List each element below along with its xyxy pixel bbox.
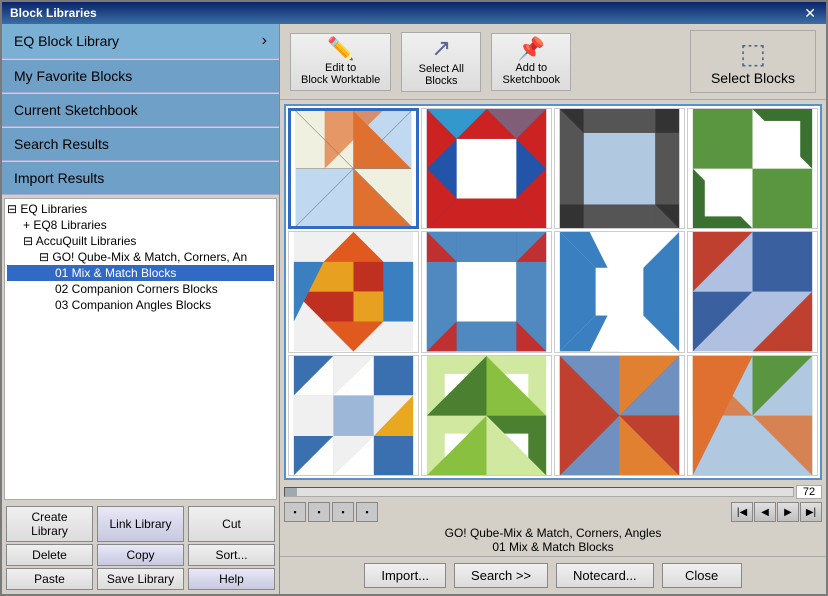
right-panel: ✏️ Edit toBlock Worktable ↗ Select AllBl… bbox=[280, 24, 826, 594]
block-cell-9[interactable] bbox=[288, 355, 419, 476]
sidebar-item-label: Search Results bbox=[14, 136, 109, 152]
pencil-icon: ✏️ bbox=[327, 38, 354, 60]
page-prev-button[interactable]: ◀ bbox=[754, 502, 776, 522]
window-title: Block Libraries bbox=[10, 6, 97, 20]
block-cell-5[interactable] bbox=[288, 231, 419, 352]
sidebar-item-label: My Favorite Blocks bbox=[14, 68, 132, 84]
select-blocks-label: Select Blocks bbox=[711, 70, 795, 86]
block-grid[interactable] bbox=[284, 104, 822, 480]
chevron-right-icon: › bbox=[262, 32, 267, 50]
copy-button[interactable]: Copy bbox=[97, 544, 184, 566]
sidebar-item-current-sketchbook[interactable]: Current Sketchbook bbox=[2, 94, 279, 127]
import-button[interactable]: Import... bbox=[364, 563, 446, 588]
block-cell-11[interactable] bbox=[554, 355, 685, 476]
help-button[interactable]: Help bbox=[188, 568, 275, 590]
save-library-button[interactable]: Save Library bbox=[97, 568, 184, 590]
page-next-button[interactable]: ▶ bbox=[777, 502, 799, 522]
page-number: 72 bbox=[796, 485, 822, 499]
tree-item-go-qube[interactable]: ⊟ GO! Qube-Mix & Match, Corners, An bbox=[7, 249, 274, 265]
library-tree[interactable]: ⊟ EQ Libraries + EQ8 Libraries ⊟ AccuQui… bbox=[4, 198, 277, 500]
sidebar-item-label: Current Sketchbook bbox=[14, 102, 138, 118]
edit-to-block-worktable-button[interactable]: ✏️ Edit toBlock Worktable bbox=[290, 33, 391, 91]
sidebar-item-label: EQ Block Library bbox=[14, 33, 119, 49]
view-btn-2[interactable]: ▪ bbox=[308, 502, 330, 522]
block-info-line1: GO! Qube-Mix & Match, Corners, Angles bbox=[282, 526, 824, 540]
page-first-button[interactable]: |◀ bbox=[731, 502, 753, 522]
close-button[interactable]: Close bbox=[662, 563, 742, 588]
page-last-button[interactable]: ▶| bbox=[800, 502, 822, 522]
titlebar: Block Libraries ✕ bbox=[2, 2, 826, 24]
add-to-sketchbook-button[interactable]: 📌 Add toSketchbook bbox=[491, 33, 571, 91]
tree-item-accuquilt-libraries[interactable]: ⊟ AccuQuilt Libraries bbox=[7, 233, 274, 249]
toolbar: ✏️ Edit toBlock Worktable ↗ Select AllBl… bbox=[280, 24, 826, 100]
block-cell-12[interactable] bbox=[687, 355, 818, 476]
sidebar-item-label: Import Results bbox=[14, 170, 104, 186]
block-info-line2: 01 Mix & Match Blocks bbox=[282, 540, 824, 554]
sidebar-item-search-results[interactable]: Search Results bbox=[2, 128, 279, 161]
paste-button[interactable]: Paste bbox=[6, 568, 93, 590]
view-btn-1[interactable]: ▪ bbox=[284, 502, 306, 522]
create-library-button[interactable]: Create Library bbox=[6, 506, 93, 542]
add-icon: 📌 bbox=[518, 38, 545, 60]
delete-button[interactable]: Delete bbox=[6, 544, 93, 566]
window-close-button[interactable]: ✕ bbox=[802, 5, 818, 22]
notecard-button[interactable]: Notecard... bbox=[556, 563, 654, 588]
select-blocks-panel: ⬚ Select Blocks bbox=[690, 30, 816, 93]
block-cell-8[interactable] bbox=[687, 231, 818, 352]
select-all-blocks-button[interactable]: ↗ Select AllBlocks bbox=[401, 32, 481, 92]
link-library-button[interactable]: Link Library bbox=[97, 506, 184, 542]
sidebar-item-import-results[interactable]: Import Results bbox=[2, 162, 279, 195]
block-info: GO! Qube-Mix & Match, Corners, Angles 01… bbox=[280, 524, 826, 556]
block-cell-7[interactable] bbox=[554, 231, 685, 352]
view-btn-3[interactable]: ▪ bbox=[332, 502, 354, 522]
tree-item-mix-match-blocks[interactable]: 01 Mix & Match Blocks bbox=[7, 265, 274, 281]
block-cell-6[interactable] bbox=[421, 231, 552, 352]
left-button-panel: Create Library Link Library Cut Delete C… bbox=[2, 502, 279, 594]
cursor-icon: ↗ bbox=[431, 37, 451, 61]
search-button[interactable]: Search >> bbox=[454, 563, 548, 588]
select-blocks-icon: ⬚ bbox=[740, 37, 766, 70]
block-cell-1[interactable] bbox=[288, 108, 419, 229]
main-content: EQ Block Library › My Favorite Blocks Cu… bbox=[2, 24, 826, 594]
left-panel: EQ Block Library › My Favorite Blocks Cu… bbox=[2, 24, 280, 594]
tree-item-eq8-libraries[interactable]: + EQ8 Libraries bbox=[7, 217, 274, 233]
block-libraries-window: Block Libraries ✕ EQ Block Library › My … bbox=[0, 0, 828, 596]
block-cell-10[interactable] bbox=[421, 355, 552, 476]
block-cell-2[interactable] bbox=[421, 108, 552, 229]
cut-button[interactable]: Cut bbox=[188, 506, 275, 542]
sidebar-item-my-favorite-blocks[interactable]: My Favorite Blocks bbox=[2, 60, 279, 93]
tree-item-eq-libraries[interactable]: ⊟ EQ Libraries bbox=[7, 201, 274, 217]
view-controls: ▪ ▪ ▪ ▪ |◀ ◀ ▶ ▶| bbox=[280, 500, 826, 524]
tree-item-companion-corners[interactable]: 02 Companion Corners Blocks bbox=[7, 281, 274, 297]
sort-button[interactable]: Sort... bbox=[188, 544, 275, 566]
block-cell-4[interactable] bbox=[687, 108, 818, 229]
block-cell-3[interactable] bbox=[554, 108, 685, 229]
scroll-track[interactable] bbox=[284, 487, 794, 497]
scrollbar-area: 72 bbox=[284, 484, 822, 500]
tree-item-companion-angles[interactable]: 03 Companion Angles Blocks bbox=[7, 297, 274, 313]
bottom-button-bar: Import... Search >> Notecard... Close bbox=[280, 556, 826, 594]
view-btn-4[interactable]: ▪ bbox=[356, 502, 378, 522]
sidebar-item-eq-block-library[interactable]: EQ Block Library › bbox=[2, 24, 279, 59]
page-nav-buttons: |◀ ◀ ▶ ▶| bbox=[731, 502, 822, 522]
